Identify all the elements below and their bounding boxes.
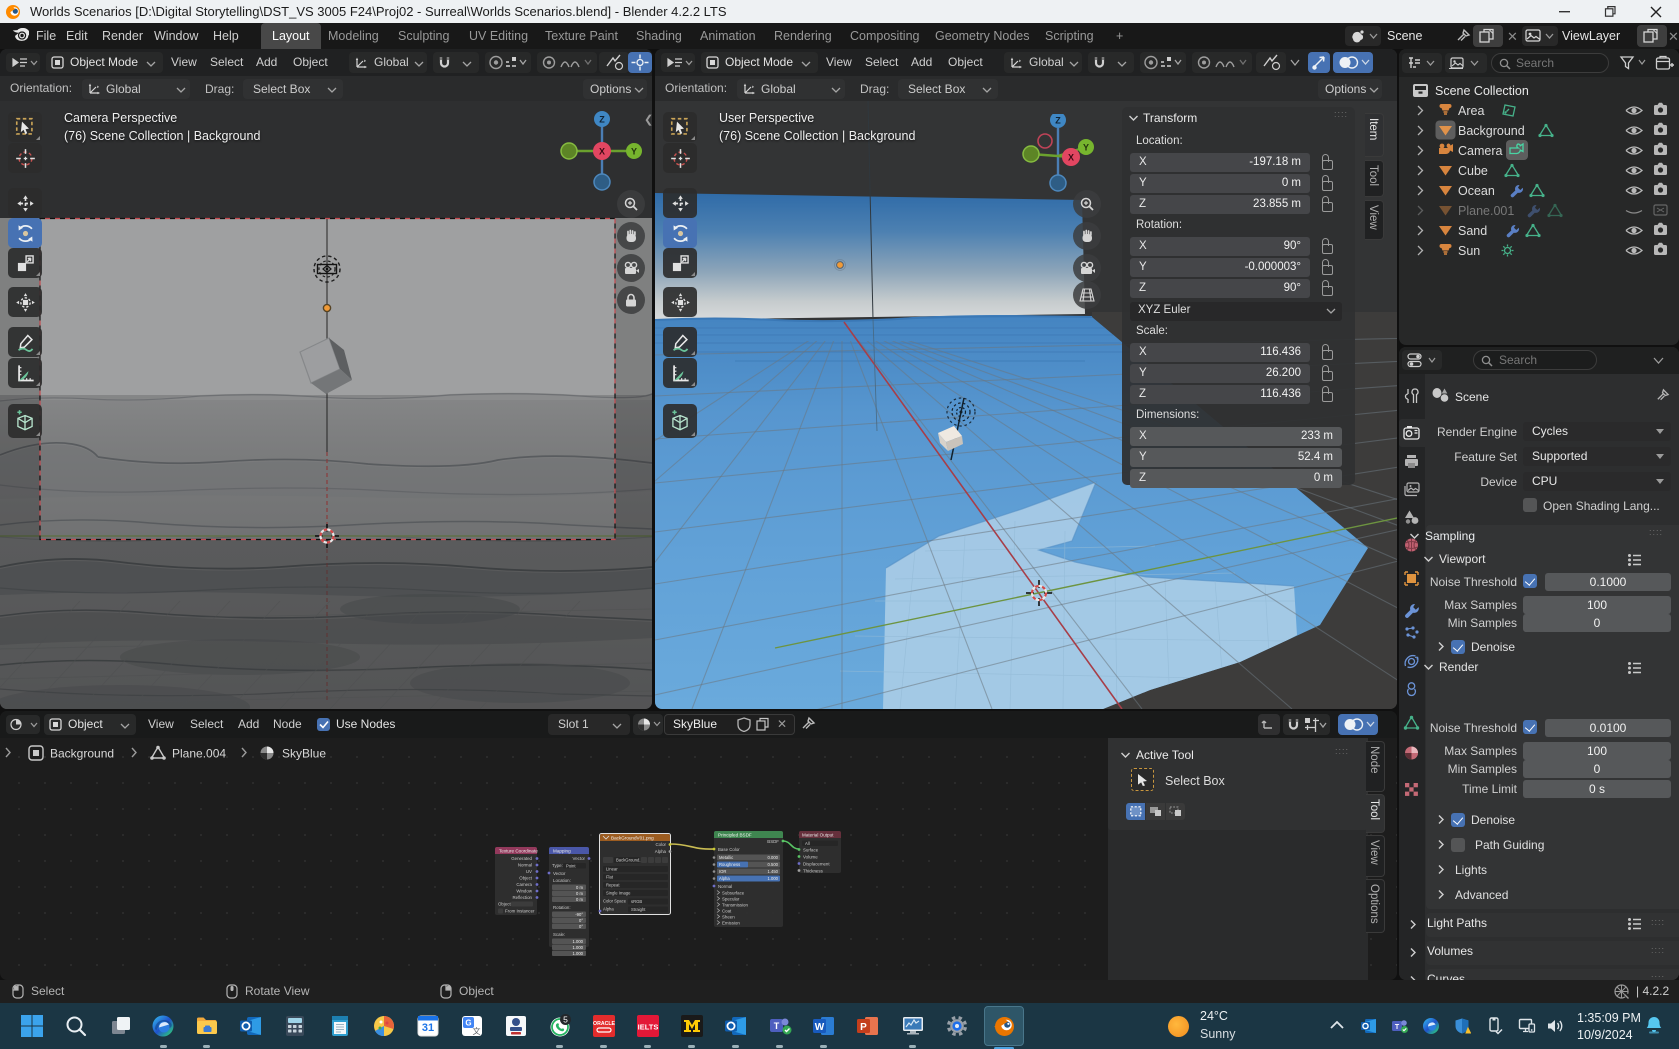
svg-text:0 m: 0 m xyxy=(576,897,583,902)
svg-text:5: 5 xyxy=(563,1015,568,1025)
svg-text:Scene Collection: Scene Collection xyxy=(1435,84,1529,98)
svg-text:Straight: Straight xyxy=(631,907,646,912)
svg-text:SkyBlue: SkyBlue xyxy=(282,747,326,761)
svg-text:Color Space: Color Space xyxy=(603,899,627,904)
svg-text:Type:: Type: xyxy=(552,863,563,868)
svg-text:Surface: Surface xyxy=(803,847,819,852)
svg-text:Transmission: Transmission xyxy=(722,903,749,908)
svg-text:Alpha: Alpha xyxy=(719,876,730,881)
svg-text:31: 31 xyxy=(422,1022,434,1034)
svg-text:Camera: Camera xyxy=(1458,144,1503,158)
svg-text:Location:: Location: xyxy=(553,878,571,883)
svg-text:0 m: 0 m xyxy=(576,885,583,890)
svg-text:UV: UV xyxy=(526,869,532,874)
svg-text:Color: Color xyxy=(656,842,667,847)
svg-text:Sand: Sand xyxy=(1458,224,1487,238)
svg-text:BackGround...: BackGround... xyxy=(616,858,643,863)
svg-text:Window: Window xyxy=(516,889,532,894)
svg-text:Cube: Cube xyxy=(1458,164,1488,178)
svg-text:1.000: 1.000 xyxy=(573,939,584,944)
svg-text:Mapping: Mapping xyxy=(553,849,571,854)
svg-text:文: 文 xyxy=(473,1026,481,1036)
svg-text:Object: Object xyxy=(519,876,532,881)
svg-text:Reflection: Reflection xyxy=(512,895,532,900)
svg-text:-90°: -90° xyxy=(575,912,583,917)
svg-text:Volume: Volume xyxy=(803,854,818,859)
svg-text:Generated: Generated xyxy=(511,856,532,861)
svg-text:G: G xyxy=(465,1019,471,1028)
svg-text:0 m: 0 m xyxy=(576,891,583,896)
svg-text:Object:: Object: xyxy=(498,902,512,907)
svg-text:Alpha: Alpha xyxy=(655,849,667,854)
svg-text:0.000: 0.000 xyxy=(768,855,779,860)
svg-text:T: T xyxy=(774,1021,780,1031)
svg-text:Linear: Linear xyxy=(606,867,618,872)
svg-text:Subsurface: Subsurface xyxy=(722,891,745,896)
svg-text:Background: Background xyxy=(1458,124,1525,138)
svg-text:Camera: Camera xyxy=(516,882,532,887)
svg-text:Single Image: Single Image xyxy=(606,891,631,896)
svg-text:Normal: Normal xyxy=(518,863,532,868)
svg-text:Vector: Vector xyxy=(553,871,566,876)
svg-text:Texture Coordinate: Texture Coordinate xyxy=(499,849,538,854)
svg-text:Base Color: Base Color xyxy=(718,847,740,852)
svg-text:Displacement: Displacement xyxy=(803,861,830,866)
svg-text:Y: Y xyxy=(1083,142,1089,152)
svg-text:Scale:: Scale: xyxy=(553,932,565,937)
svg-text:1.450: 1.450 xyxy=(768,869,779,874)
svg-text:Point: Point xyxy=(566,863,576,868)
svg-text:0°: 0° xyxy=(579,918,583,923)
svg-text:Plane.004: Plane.004 xyxy=(172,747,226,761)
svg-text:X: X xyxy=(599,147,605,157)
svg-text:Specular: Specular xyxy=(722,897,740,902)
svg-text:Sun: Sun xyxy=(1458,244,1480,258)
svg-text:P: P xyxy=(860,1022,867,1033)
svg-text:1.000: 1.000 xyxy=(573,945,584,950)
svg-text:sRGB: sRGB xyxy=(631,899,642,904)
svg-text:Ocean: Ocean xyxy=(1458,184,1495,198)
svg-text:T: T xyxy=(1395,1024,1400,1031)
svg-text:Sheen: Sheen xyxy=(722,915,735,920)
svg-text:Alpha: Alpha xyxy=(603,907,614,912)
svg-text:IELTS: IELTS xyxy=(638,1023,659,1032)
svg-text:Metallic: Metallic xyxy=(719,855,733,860)
svg-text:Vector: Vector xyxy=(573,856,586,861)
svg-text:Thickness: Thickness xyxy=(803,868,824,873)
svg-text:Roughness: Roughness xyxy=(719,862,740,867)
svg-text:Normal: Normal xyxy=(718,884,732,889)
svg-text:From Instancer: From Instancer xyxy=(505,909,535,914)
svg-text:Repeat: Repeat xyxy=(606,883,620,888)
svg-text:Y: Y xyxy=(631,146,637,156)
svg-text:BSDF: BSDF xyxy=(767,839,779,844)
svg-text:1.000: 1.000 xyxy=(768,876,779,881)
svg-text:Z: Z xyxy=(599,114,605,124)
svg-text:Z: Z xyxy=(1055,115,1061,125)
svg-text:Material Output: Material Output xyxy=(802,833,834,838)
svg-text:Plane.001: Plane.001 xyxy=(1458,204,1514,218)
svg-text:Area: Area xyxy=(1458,104,1484,118)
svg-text:All: All xyxy=(805,841,810,846)
svg-text:IOR: IOR xyxy=(719,869,726,874)
svg-text:0.500: 0.500 xyxy=(768,862,779,867)
svg-text:Background: Background xyxy=(50,747,114,761)
svg-text:X: X xyxy=(1068,153,1074,163)
svg-text:Coat: Coat xyxy=(722,909,732,914)
svg-text:BackGroundV01.png: BackGroundV01.png xyxy=(611,836,654,841)
svg-text:0°: 0° xyxy=(579,924,583,929)
svg-text:Flat: Flat xyxy=(606,875,614,880)
svg-text:W: W xyxy=(815,1022,825,1033)
svg-text:1.000: 1.000 xyxy=(573,951,584,956)
svg-text:Principled BSDF: Principled BSDF xyxy=(718,833,752,838)
svg-text:ORACLE: ORACLE xyxy=(593,1021,615,1027)
svg-text:Emission: Emission xyxy=(722,921,740,926)
svg-text:Rotation:: Rotation: xyxy=(553,905,571,910)
